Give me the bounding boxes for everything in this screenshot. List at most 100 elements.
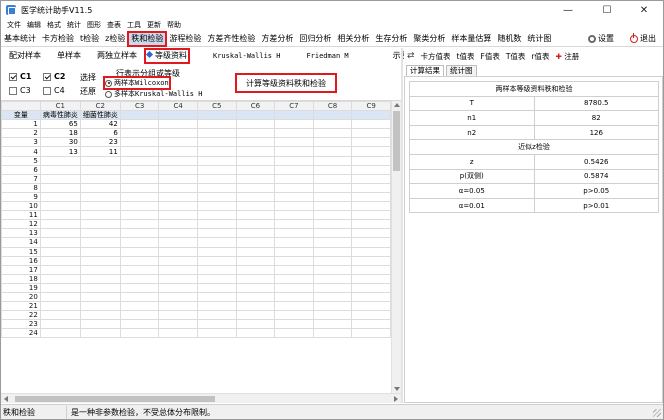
data-cell[interactable]	[79, 328, 121, 339]
variable-name-cell[interactable]	[312, 110, 353, 121]
data-cell[interactable]	[79, 282, 121, 293]
tab-results[interactable]: 计算结果	[406, 65, 444, 76]
grid-horizontal-scrollbar[interactable]	[1, 393, 401, 403]
data-cell[interactable]	[351, 328, 391, 339]
data-cell[interactable]	[274, 210, 314, 221]
data-cell[interactable]	[351, 128, 391, 139]
menu-update[interactable]: 更新	[147, 20, 161, 30]
data-cell[interactable]	[197, 310, 237, 321]
data-cell[interactable]	[119, 264, 160, 275]
menu-lookup[interactable]: 查表	[107, 20, 121, 30]
menu-tools[interactable]: 工具	[127, 20, 141, 30]
data-cell[interactable]	[312, 291, 353, 303]
data-cell[interactable]	[79, 264, 121, 275]
subtab-paired[interactable]: 配对样本	[7, 49, 43, 63]
column-header[interactable]: C2	[79, 101, 121, 112]
resize-grip-icon[interactable]	[653, 409, 661, 417]
data-cell[interactable]	[119, 191, 160, 203]
menu-edit[interactable]: 编辑	[27, 20, 41, 30]
data-cell[interactable]	[158, 264, 198, 275]
data-cell[interactable]	[39, 273, 81, 284]
data-cell[interactable]	[158, 173, 198, 184]
row-number[interactable]: 8	[1, 182, 41, 193]
data-cell[interactable]	[79, 237, 121, 248]
data-cell[interactable]	[274, 182, 314, 193]
data-cell[interactable]	[119, 273, 160, 284]
row-number[interactable]: 24	[1, 328, 41, 339]
data-cell[interactable]	[351, 164, 391, 175]
data-cell[interactable]	[119, 246, 160, 257]
data-cell[interactable]	[197, 319, 237, 330]
data-cell[interactable]	[197, 201, 237, 212]
data-cell[interactable]	[312, 210, 353, 221]
data-cell[interactable]	[39, 264, 81, 275]
data-cell[interactable]	[119, 173, 160, 184]
data-cell[interactable]	[158, 137, 198, 148]
data-cell[interactable]	[79, 201, 121, 212]
data-cell[interactable]	[312, 201, 353, 212]
data-cell[interactable]	[39, 255, 81, 266]
data-cell[interactable]	[351, 246, 391, 257]
data-cell[interactable]	[235, 182, 276, 193]
module-chi-square[interactable]: 卡方检验	[39, 32, 77, 46]
T-table-button[interactable]: T值表	[506, 51, 526, 62]
data-cell[interactable]	[197, 301, 237, 312]
data-cell[interactable]	[119, 319, 160, 330]
data-cell[interactable]	[274, 282, 314, 293]
variable-name-cell[interactable]	[197, 110, 237, 121]
data-cell[interactable]	[235, 210, 276, 221]
data-cell[interactable]: 18	[39, 128, 81, 139]
data-cell[interactable]	[235, 119, 276, 130]
calculate-button[interactable]: 计算等级资料秩和检验	[235, 73, 337, 93]
checkbox-c2[interactable]: C2	[43, 72, 65, 81]
data-cell[interactable]	[274, 246, 314, 257]
data-cell[interactable]	[39, 173, 81, 184]
data-cell[interactable]	[235, 319, 276, 330]
data-cell[interactable]	[274, 237, 314, 248]
data-cell[interactable]	[312, 182, 353, 193]
data-cell[interactable]	[79, 301, 121, 312]
module-t-test[interactable]: t检验	[77, 32, 102, 46]
data-cell[interactable]	[235, 146, 276, 157]
data-cell[interactable]	[79, 228, 121, 239]
module-cluster[interactable]: 聚类分析	[410, 32, 448, 46]
data-cell[interactable]	[351, 191, 391, 203]
data-cell[interactable]	[274, 128, 314, 139]
select-button[interactable]: 选择	[80, 72, 96, 83]
data-grid[interactable]: C1 C2 C3 C4 C5 C6 C7 C8 C9 变量 病毒性肺炎 细菌性肺炎 1 65 42 2 18 6 3…	[1, 101, 391, 393]
data-cell[interactable]	[197, 246, 237, 257]
row-number[interactable]: 16	[1, 255, 41, 266]
data-cell[interactable]	[158, 319, 198, 330]
module-homogeneity-test[interactable]: 方差齐性检验	[204, 32, 258, 46]
row-number[interactable]: 10	[1, 201, 41, 212]
data-cell[interactable]	[197, 119, 237, 130]
menu-file[interactable]: 文件	[7, 20, 21, 30]
data-cell[interactable]	[351, 173, 391, 184]
data-cell[interactable]	[274, 173, 314, 184]
maximize-button[interactable]: ☐	[592, 1, 622, 19]
data-cell[interactable]	[79, 319, 121, 330]
data-cell[interactable]	[79, 310, 121, 321]
variable-name-cell[interactable]: 细菌性肺炎	[79, 110, 121, 121]
data-cell[interactable]	[351, 255, 391, 266]
row-number[interactable]: 2	[1, 128, 41, 139]
row-number[interactable]: 14	[1, 237, 41, 248]
data-cell[interactable]	[235, 173, 276, 184]
data-cell[interactable]	[119, 228, 160, 239]
data-cell[interactable]	[197, 210, 237, 221]
f-table-button[interactable]: F值表	[481, 51, 500, 62]
data-cell[interactable]	[158, 301, 198, 312]
data-cell[interactable]	[312, 282, 353, 293]
data-cell[interactable]	[274, 137, 314, 148]
variable-name-cell[interactable]	[235, 110, 276, 121]
radio-multi-sample-kw[interactable]: 多样本Kruskal-Wallis H	[105, 89, 202, 99]
subtab-one-sample[interactable]: 单样本	[55, 49, 83, 63]
data-cell[interactable]	[39, 319, 81, 330]
data-cell[interactable]	[79, 246, 121, 257]
module-random-numbers[interactable]: 随机数	[494, 32, 524, 46]
data-cell[interactable]	[235, 219, 276, 230]
row-number[interactable]: 13	[1, 228, 41, 239]
row-number[interactable]: 6	[1, 164, 41, 175]
data-cell[interactable]	[197, 291, 237, 303]
data-cell[interactable]	[158, 201, 198, 212]
